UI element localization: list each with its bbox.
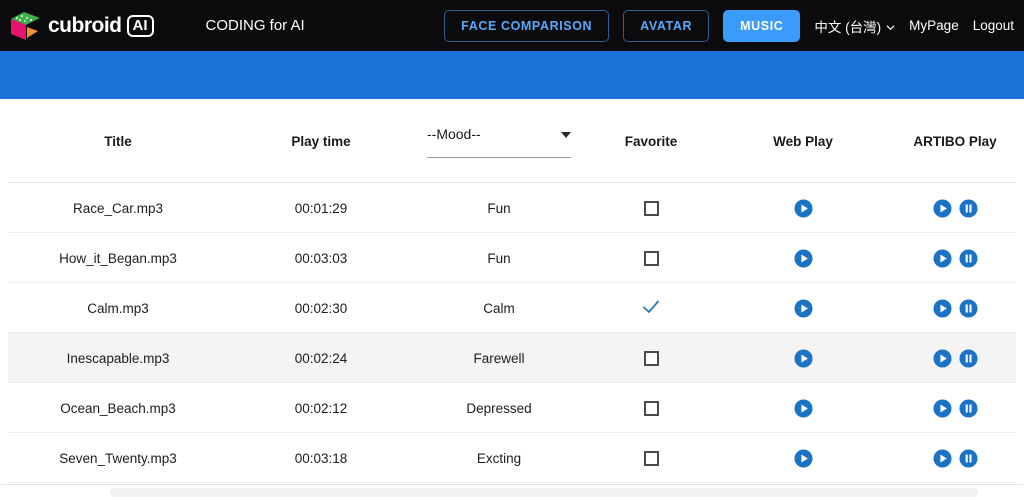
horizontal-scrollbar[interactable]	[0, 484, 1024, 500]
scrollbar-thumb[interactable]	[110, 488, 978, 497]
artibo-play-icon[interactable]	[932, 348, 952, 368]
favorite-checkbox[interactable]	[643, 400, 659, 416]
cell-artibo-play[interactable]	[888, 183, 1022, 233]
language-label: 中文 (台灣)	[814, 19, 882, 35]
cell-play-time: 00:01:29	[294, 200, 348, 216]
cell-artibo-play[interactable]	[888, 233, 1022, 283]
cell-play-time: 00:02:24	[294, 350, 348, 366]
cell-play-time: 00:02:30	[294, 300, 348, 316]
table-row[interactable]: Inescapable.mp3 00:02:24 Farewell	[8, 333, 1016, 383]
cell-mood: Calm	[483, 300, 515, 316]
favorite-checked-icon[interactable]	[641, 297, 661, 320]
cell-favorite[interactable]	[588, 433, 714, 483]
cell-web-play[interactable]	[738, 233, 868, 283]
cell-favorite[interactable]	[588, 333, 714, 383]
artibo-play-icon[interactable]	[932, 198, 952, 218]
cell-title: Calm.mp3	[87, 300, 149, 316]
cell-title: How_it_Began.mp3	[59, 250, 177, 266]
table-row[interactable]: Seven_Twenty.mp3 00:03:18 Excting	[8, 433, 1016, 483]
favorite-checkbox[interactable]	[643, 200, 659, 216]
cell-mood: Farewell	[473, 350, 525, 366]
brand-ai-badge: AI	[126, 14, 154, 37]
cell-favorite[interactable]	[588, 383, 714, 433]
web-play-icon[interactable]	[793, 398, 813, 418]
language-selector[interactable]: 中文 (台灣)	[814, 16, 895, 36]
cubroid-cube-icon	[8, 10, 42, 42]
mood-filter-value: --Mood--	[427, 126, 481, 142]
top-navigation-bar: cubroid AI CODING for AI FACE COMPARISON…	[0, 0, 1024, 51]
mypage-link[interactable]: MyPage	[909, 18, 959, 33]
cell-web-play[interactable]	[738, 183, 868, 233]
column-header-title: Title	[104, 133, 132, 149]
cell-artibo-play[interactable]	[888, 283, 1022, 333]
nav-button-music[interactable]: MUSIC	[723, 9, 801, 42]
table-body: Race_Car.mp3 00:01:29 Fun How_it_Began.mp3 0…	[0, 183, 1024, 483]
artibo-pause-icon[interactable]	[958, 398, 978, 418]
chevron-down-icon	[886, 20, 895, 31]
cell-favorite[interactable]	[588, 233, 714, 283]
artibo-play-icon[interactable]	[932, 248, 952, 268]
web-play-icon[interactable]	[793, 248, 813, 268]
web-play-icon[interactable]	[793, 348, 813, 368]
cell-title: Inescapable.mp3	[66, 350, 170, 366]
artibo-pause-icon[interactable]	[958, 348, 978, 368]
cell-play-time: 00:02:12	[294, 400, 348, 416]
column-header-play-time: Play time	[291, 133, 351, 149]
cell-favorite[interactable]	[588, 283, 714, 333]
web-play-icon[interactable]	[793, 198, 813, 218]
cell-title: Ocean_Beach.mp3	[60, 400, 176, 416]
nav-actions: FACE COMPARISON AVATAR MUSIC 中文 (台灣) MyP…	[444, 9, 1014, 42]
cell-title: Race_Car.mp3	[72, 200, 164, 216]
artibo-play-icon[interactable]	[932, 298, 952, 318]
table-header-row: Title Play time Favorite Web Play ARTIBO…	[8, 99, 1016, 183]
artibo-play-icon[interactable]	[932, 398, 952, 418]
favorite-checkbox[interactable]	[643, 350, 659, 366]
blue-banner	[0, 51, 1024, 99]
logout-link[interactable]: Logout	[973, 18, 1014, 33]
cell-play-time: 00:03:18	[294, 450, 348, 466]
artibo-pause-icon[interactable]	[958, 448, 978, 468]
cell-mood: Fun	[487, 250, 511, 266]
cell-web-play[interactable]	[738, 283, 868, 333]
artibo-pause-icon[interactable]	[958, 248, 978, 268]
web-play-icon[interactable]	[793, 448, 813, 468]
cell-web-play[interactable]	[738, 333, 868, 383]
artibo-play-icon[interactable]	[932, 448, 952, 468]
cell-play-time: 00:03:03	[294, 250, 348, 266]
favorite-checkbox[interactable]	[643, 450, 659, 466]
brand-logo[interactable]: cubroid AI	[8, 10, 154, 42]
nav-button-face-comparison[interactable]: FACE COMPARISON	[444, 9, 610, 42]
music-table: Title Play time Favorite Web Play ARTIBO…	[0, 99, 1024, 484]
cell-artibo-play[interactable]	[888, 333, 1022, 383]
web-play-icon[interactable]	[793, 298, 813, 318]
table-row[interactable]: Calm.mp3 00:02:30 Calm	[8, 283, 1016, 333]
favorite-checkbox[interactable]	[643, 250, 659, 266]
nav-button-avatar[interactable]: AVATAR	[623, 9, 710, 42]
artibo-pause-icon[interactable]	[958, 198, 978, 218]
tagline: CODING for AI	[205, 17, 305, 34]
cell-artibo-play[interactable]	[888, 383, 1022, 433]
cell-mood: Fun	[487, 200, 511, 216]
table-row[interactable]: How_it_Began.mp3 00:03:03 Fun	[8, 233, 1016, 283]
cell-artibo-play[interactable]	[888, 433, 1022, 483]
table-row[interactable]: Race_Car.mp3 00:01:29 Fun	[8, 183, 1016, 233]
column-header-artibo-play: ARTIBO Play	[913, 133, 997, 149]
table-row[interactable]: Ocean_Beach.mp3 00:02:12 Depressed	[8, 383, 1016, 433]
cell-web-play[interactable]	[738, 433, 868, 483]
artibo-pause-icon[interactable]	[958, 298, 978, 318]
cell-mood: Depressed	[466, 400, 532, 416]
column-header-web-play: Web Play	[773, 133, 833, 149]
chevron-down-icon	[561, 132, 571, 138]
column-header-favorite: Favorite	[624, 133, 678, 149]
cell-favorite[interactable]	[588, 183, 714, 233]
cell-mood: Excting	[476, 450, 522, 466]
brand-name: cubroid	[48, 14, 122, 37]
mood-filter-select[interactable]: --Mood--	[427, 126, 571, 158]
cell-web-play[interactable]	[738, 383, 868, 433]
cell-title: Seven_Twenty.mp3	[59, 450, 177, 466]
